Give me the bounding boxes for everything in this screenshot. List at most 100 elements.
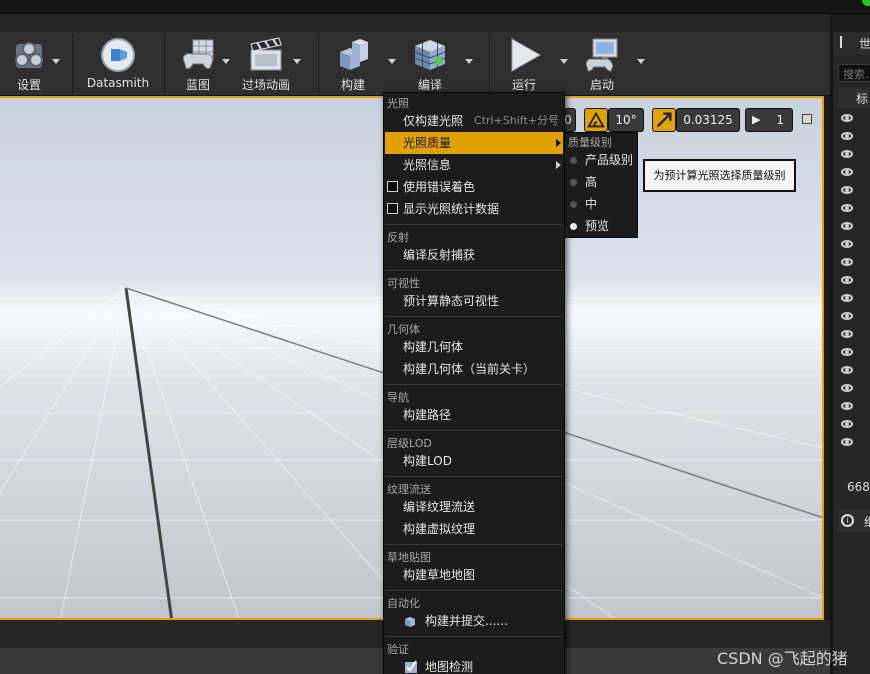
build-button[interactable]: 构建	[330, 32, 376, 96]
menu-item-map-check[interactable]: 地图检测	[385, 656, 563, 674]
visibility-eye-icon[interactable]	[841, 114, 853, 122]
outliner-row[interactable]	[838, 416, 870, 434]
maximize-viewport-icon[interactable]	[802, 114, 812, 124]
compile-button[interactable]: 编译	[404, 32, 456, 96]
submenu-arrow-icon	[556, 139, 561, 147]
menu-divider	[385, 384, 563, 385]
launch-button[interactable]: 启动	[578, 32, 626, 96]
outliner-row[interactable]	[838, 128, 870, 146]
menu-divider	[385, 224, 563, 225]
blueprint-button[interactable]: 蓝图	[176, 32, 220, 96]
build-dropdown-arrow-icon[interactable]	[388, 59, 396, 64]
menu-item-build-grass-maps[interactable]: 构建草地地图	[385, 564, 563, 586]
visibility-eye-icon[interactable]	[841, 402, 853, 410]
visibility-eye-icon[interactable]	[841, 132, 853, 140]
visibility-eye-icon[interactable]	[841, 240, 853, 248]
outliner-row[interactable]	[838, 110, 870, 128]
rotation-snap-value[interactable]: 10°	[608, 108, 644, 132]
radio-button-selected[interactable]	[570, 223, 577, 230]
menu-item-label: 编译纹理流送	[403, 500, 476, 514]
visibility-eye-icon[interactable]	[841, 222, 853, 230]
outliner-row[interactable]	[838, 362, 870, 380]
datasmith-button[interactable]: Datasmith	[86, 32, 150, 96]
scale-arrow-icon	[656, 112, 672, 128]
camera-speed-button[interactable]: ▶ 1	[745, 108, 793, 132]
visibility-eye-icon[interactable]	[841, 366, 853, 374]
visibility-eye-icon[interactable]	[841, 204, 853, 212]
checkbox[interactable]	[387, 181, 398, 192]
quality-option-medium[interactable]: 中	[566, 193, 638, 215]
visibility-eye-icon[interactable]	[841, 150, 853, 158]
scale-snap-toggle[interactable]	[652, 108, 676, 132]
checkbox[interactable]	[387, 203, 398, 214]
details-tab[interactable]: i 细	[838, 510, 870, 532]
scale-snap-value[interactable]: 0.03125	[676, 108, 740, 132]
blueprint-icon	[182, 39, 214, 69]
visibility-eye-icon[interactable]	[841, 420, 853, 428]
menu-item-use-error-coloring[interactable]: 使用错误着色	[385, 176, 563, 198]
compile-dropdown-arrow-icon[interactable]	[465, 59, 473, 64]
menu-item-build-and-submit[interactable]: 构建并提交......	[385, 610, 563, 632]
visibility-eye-icon[interactable]	[841, 312, 853, 320]
menu-item-build-geometry-current-level[interactable]: 构建几何体（当前关卡）	[385, 358, 563, 380]
visibility-eye-icon[interactable]	[841, 168, 853, 176]
outliner-row[interactable]	[838, 182, 870, 200]
settings-button[interactable]: 设置	[6, 32, 52, 96]
visibility-eye-icon[interactable]	[841, 330, 853, 338]
quality-option-preview[interactable]: 预览	[566, 215, 638, 237]
quality-option-production[interactable]: 产品级别	[566, 149, 638, 171]
menu-item-build-virtual-textures[interactable]: 构建虚拟纹理	[385, 518, 563, 540]
outliner-row[interactable]	[838, 398, 870, 416]
outliner-row[interactable]	[838, 236, 870, 254]
outliner-row[interactable]	[838, 254, 870, 272]
outliner-column-header[interactable]: 标	[838, 88, 870, 108]
play-button[interactable]: 运行	[500, 32, 548, 96]
outliner-row[interactable]	[838, 272, 870, 290]
visibility-eye-icon[interactable]	[841, 438, 853, 446]
radio-button[interactable]	[570, 201, 577, 208]
toolbar-divider	[318, 34, 319, 94]
settings-dropdown-arrow-icon[interactable]	[52, 59, 60, 64]
outliner-row[interactable]	[838, 344, 870, 362]
outliner-search-input[interactable]: 搜索...	[838, 64, 870, 82]
outliner-row[interactable]	[838, 146, 870, 164]
compile-cubes-icon	[414, 40, 446, 70]
radio-button[interactable]	[570, 157, 577, 164]
outliner-row[interactable]	[838, 326, 870, 344]
rotation-snap-toggle[interactable]	[584, 108, 608, 132]
cinematics-dropdown-arrow-icon[interactable]	[293, 59, 301, 64]
visibility-eye-icon[interactable]	[841, 384, 853, 392]
outliner-row[interactable]	[838, 434, 870, 452]
cinematics-button[interactable]: 过场动画	[240, 32, 292, 96]
menu-item-build-lod[interactable]: 构建LOD	[385, 450, 563, 472]
menu-item-build-geometry[interactable]: 构建几何体	[385, 336, 563, 358]
outliner-row[interactable]	[838, 200, 870, 218]
menu-section-header: 验证	[387, 643, 409, 656]
outliner-row[interactable]	[838, 380, 870, 398]
menu-item-lighting-info[interactable]: 光照信息	[385, 154, 563, 176]
play-dropdown-arrow-icon[interactable]	[560, 59, 568, 64]
outliner-row[interactable]	[838, 308, 870, 326]
quality-option-high[interactable]: 高	[566, 171, 638, 193]
launch-dropdown-arrow-icon[interactable]	[637, 59, 645, 64]
world-outliner-tab[interactable]: 世	[833, 32, 870, 54]
visibility-eye-icon[interactable]	[841, 276, 853, 284]
blueprint-dropdown-arrow-icon[interactable]	[222, 59, 230, 64]
outliner-row[interactable]	[838, 290, 870, 308]
menu-item-precompute-static-visibility[interactable]: 预计算静态可视性	[385, 290, 563, 312]
visibility-eye-icon[interactable]	[841, 294, 853, 302]
menu-item-build-paths[interactable]: 构建路径	[385, 404, 563, 426]
outliner-row[interactable]	[838, 218, 870, 236]
outliner-row[interactable]	[838, 164, 870, 182]
radio-button[interactable]	[570, 179, 577, 186]
visibility-eye-icon[interactable]	[841, 348, 853, 356]
visibility-eye-icon[interactable]	[841, 186, 853, 194]
menu-item-build-reflection-captures[interactable]: 编译反射捕获	[385, 244, 563, 266]
camera-icon: ▶	[752, 113, 761, 126]
menu-item-lighting-quality[interactable]: 光照质量	[385, 132, 563, 154]
menu-item-build-texture-streaming[interactable]: 编译纹理流送	[385, 496, 563, 518]
visibility-eye-icon[interactable]	[841, 258, 853, 266]
menu-divider	[385, 476, 563, 477]
menu-item-show-lighting-stats[interactable]: 显示光照统计数据	[385, 198, 563, 220]
menu-item-build-lighting-only[interactable]: 仅构建光照 Ctrl+Shift+分号	[385, 110, 563, 132]
